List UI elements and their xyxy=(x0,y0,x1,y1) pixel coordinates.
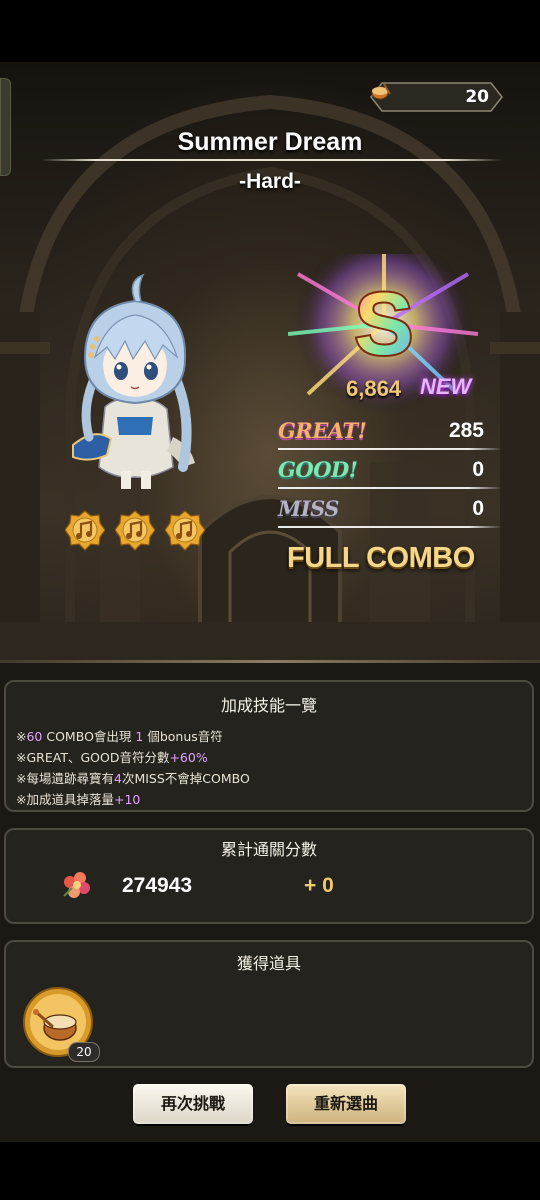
music-note-medal-icon xyxy=(165,510,205,551)
miss-label: MISS xyxy=(278,496,339,521)
judge-row-good: GOOD! 0 xyxy=(278,457,502,489)
result-score: 6,864 xyxy=(346,376,402,401)
section-divider xyxy=(0,660,540,663)
song-title: Summer Dream xyxy=(177,128,363,156)
reselect-song-button[interactable]: 重新選曲 xyxy=(286,1084,406,1124)
cumulative-score: 274943 xyxy=(122,874,193,897)
bonus-line: ※60 COMBO會出現 1 個bonus音符 xyxy=(16,729,223,744)
good-label: GOOD! xyxy=(278,457,358,482)
cumulative-gain: + 0 xyxy=(304,874,334,897)
side-tab[interactable] xyxy=(0,78,11,176)
score-row: 6,864 xyxy=(346,376,401,406)
great-count: 285 xyxy=(448,419,484,442)
music-note-medal-icon xyxy=(115,510,155,551)
judge-row-miss: MISS 0 xyxy=(278,496,502,528)
miss-count: 0 xyxy=(472,497,484,520)
title-divider xyxy=(40,159,502,161)
flower-icon xyxy=(63,872,90,898)
medal-row xyxy=(65,510,205,558)
bonus-skill-panel: 加成技能一覽 ※60 COMBO會出現 1 個bonus音符 ※GREAT、GO… xyxy=(4,680,534,812)
items-panel-title: 獲得道具 xyxy=(236,954,301,973)
temple-background: 20 Summer Dream -Hard- S 6,864 NEW GREAT… xyxy=(0,62,540,662)
cumulative-score-panel: 累計通關分數 274943 + 0 xyxy=(4,828,534,924)
great-label: GREAT! xyxy=(278,418,367,443)
drum-token-icon xyxy=(371,83,391,100)
character-avatar xyxy=(72,273,195,489)
currency-counter: 20 xyxy=(370,82,503,112)
currency-value: 20 xyxy=(465,87,489,107)
judge-divider xyxy=(278,526,502,528)
bonus-line: ※GREAT、GOOD音符分數+60% xyxy=(16,750,208,765)
song-difficulty: -Hard- xyxy=(239,170,301,193)
obtained-items-panel: 獲得道具 20 xyxy=(4,940,534,1068)
rank-letter: S xyxy=(355,274,414,373)
retry-button[interactable]: 再次挑戰 xyxy=(133,1084,253,1124)
full-combo-label: FULL COMBO xyxy=(287,542,475,574)
cumulative-panel-title: 累計通關分數 xyxy=(220,840,317,859)
new-record-badge: NEW xyxy=(420,374,472,399)
bonus-line: ※加成道具掉落量+10 xyxy=(16,792,141,807)
judge-divider xyxy=(278,487,502,489)
judge-row-great: GREAT! 285 xyxy=(278,418,502,450)
bonus-panel-title: 加成技能一覽 xyxy=(220,696,317,715)
judge-divider xyxy=(278,448,502,450)
bonus-line: ※每場遺跡尋寶有4次MISS不會掉COMBO xyxy=(16,771,250,786)
good-count: 0 xyxy=(472,458,484,481)
game-screen: 20 Summer Dream -Hard- S 6,864 NEW GREAT… xyxy=(0,62,540,1142)
music-note-medal-icon xyxy=(65,510,105,551)
item-count-badge: 20 xyxy=(68,1042,100,1062)
rank-display: S xyxy=(288,254,479,414)
